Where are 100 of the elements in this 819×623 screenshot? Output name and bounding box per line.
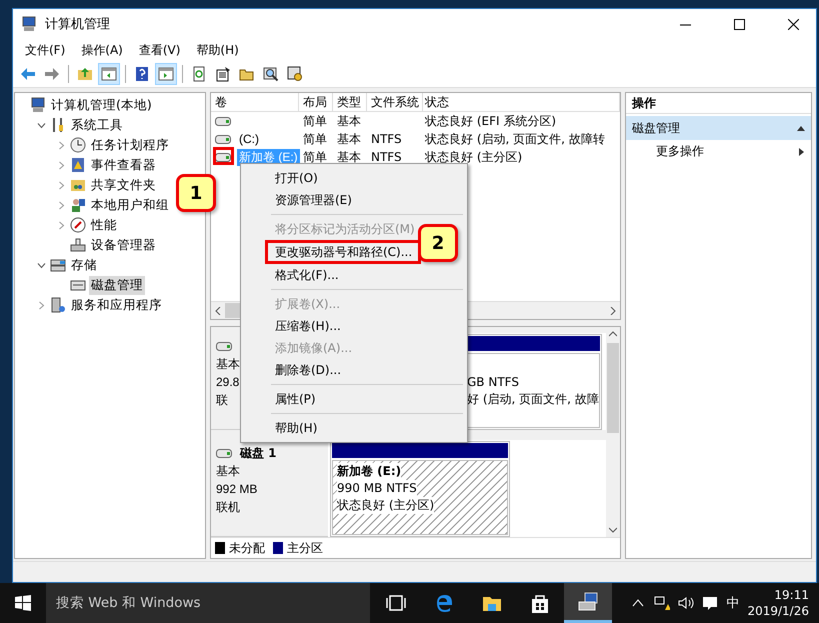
partition-info: 990 MB NTFS bbox=[337, 480, 417, 497]
computer-icon bbox=[21, 16, 37, 32]
settings-icon bbox=[287, 66, 303, 82]
back-arrow-icon bbox=[20, 66, 36, 82]
action-item[interactable]: 更多操作 bbox=[626, 140, 811, 163]
folder-up-icon bbox=[77, 66, 93, 82]
computer-icon bbox=[30, 97, 46, 113]
disk-info: 29.8 bbox=[216, 374, 240, 391]
chevron-right-icon[interactable] bbox=[56, 180, 66, 190]
clock-date: 2019/1/26 bbox=[747, 603, 809, 619]
chevron-down-icon[interactable] bbox=[36, 260, 46, 270]
chevron-right-icon[interactable] bbox=[36, 300, 46, 310]
close-icon bbox=[788, 18, 798, 30]
table-cell: 基本 bbox=[337, 130, 361, 148]
drive-icon bbox=[215, 134, 231, 144]
chevron-right-icon[interactable] bbox=[56, 220, 66, 230]
windows-logo-icon bbox=[15, 595, 31, 611]
users-icon bbox=[70, 197, 86, 213]
chevron-down-icon bbox=[609, 526, 617, 534]
chevron-right-icon[interactable] bbox=[56, 200, 66, 210]
menu-item[interactable]: 资源管理器(E) bbox=[243, 189, 465, 211]
partition-info: 状态良好 (主分区) bbox=[337, 497, 434, 514]
action-label: 更多操作 bbox=[656, 143, 704, 160]
menu-item[interactable]: 压缩卷(H)... bbox=[243, 315, 465, 337]
help-icon bbox=[134, 66, 150, 82]
menu-item[interactable]: 打开(O) bbox=[243, 167, 465, 189]
tree-item[interactable]: 服务和应用程序 bbox=[69, 296, 164, 314]
scrollbar-thumb[interactable] bbox=[607, 343, 619, 433]
menu-item[interactable]: 更改驱动器号和路径(C)... bbox=[265, 240, 422, 264]
drive-icon bbox=[215, 152, 231, 162]
triangle-right-icon bbox=[797, 148, 805, 156]
partition-block[interactable]: 新加卷 (E:) 990 MB NTFS 状态良好 (主分区) bbox=[330, 441, 510, 537]
callout-badge: 2 bbox=[418, 224, 458, 262]
clock[interactable]: 19:11 2019/1/26 bbox=[747, 587, 809, 619]
tree-item[interactable]: 磁盘管理 bbox=[89, 276, 145, 294]
legend-label: 主分区 bbox=[287, 540, 323, 556]
server-icon bbox=[50, 297, 66, 313]
table-cell: 简单 bbox=[303, 112, 327, 130]
table-cell: 简单 bbox=[303, 130, 327, 148]
storage-icon bbox=[50, 257, 66, 273]
clock-time: 19:11 bbox=[774, 587, 809, 603]
taskbar-app-button[interactable] bbox=[564, 583, 612, 623]
disk-info: 992 MB bbox=[216, 481, 258, 498]
table-cell: NTFS bbox=[371, 150, 402, 164]
chevron-right-icon[interactable] bbox=[56, 160, 66, 170]
table-cell: 基本 bbox=[337, 148, 361, 166]
tree-item[interactable]: 本地用户和组 bbox=[89, 196, 171, 214]
table-cell-text: (C:) bbox=[238, 132, 260, 146]
tree-item[interactable]: 任务计划程序 bbox=[89, 136, 171, 154]
tools-icon bbox=[50, 117, 66, 133]
maximize-icon bbox=[734, 18, 744, 30]
forward-arrow-icon bbox=[44, 66, 60, 82]
menu-item[interactable]: 查看(V) bbox=[132, 40, 186, 60]
shared-folder-icon bbox=[70, 177, 86, 193]
network-warning-icon[interactable] bbox=[654, 595, 670, 611]
table-cell: 基本 bbox=[337, 112, 361, 130]
chevron-down-icon[interactable] bbox=[36, 120, 46, 130]
tree-item[interactable]: 共享文件夹 bbox=[89, 176, 158, 194]
tree-item[interactable]: 计算机管理(本地) bbox=[49, 96, 154, 114]
tree-item[interactable]: 性能 bbox=[89, 216, 119, 234]
disk-name: 磁盘 1 bbox=[240, 444, 277, 462]
vertical-scrollbar[interactable] bbox=[606, 327, 620, 537]
callout-badge: 1 bbox=[176, 174, 216, 212]
menu-item[interactable]: 操作(A) bbox=[75, 40, 129, 60]
menu-item[interactable]: 帮助(H) bbox=[190, 40, 245, 60]
tree-item[interactable]: 存储 bbox=[69, 256, 99, 274]
tree-item[interactable]: 事件查看器 bbox=[89, 156, 158, 174]
clock-icon bbox=[70, 137, 86, 153]
table-cell: 状态良好 (启动, 页面文件, 故障转 bbox=[425, 130, 605, 148]
magnifier-icon bbox=[263, 66, 279, 82]
tree-item[interactable]: 设备管理器 bbox=[89, 236, 158, 254]
speaker-icon[interactable] bbox=[678, 595, 694, 611]
table-cell: 状态良好 (EFI 系统分区) bbox=[425, 112, 556, 130]
chevron-right-icon bbox=[609, 306, 617, 314]
disk-info: 联机 bbox=[216, 499, 240, 516]
notification-icon[interactable] bbox=[702, 595, 718, 611]
partition-name: 新加卷 (E:) bbox=[337, 463, 402, 480]
menu-item[interactable]: 文件(F) bbox=[19, 40, 72, 60]
table-cell: NTFS bbox=[371, 132, 402, 146]
input-method-indicator[interactable]: 中 bbox=[726, 594, 740, 612]
chevron-left-icon bbox=[214, 306, 222, 314]
action-group-label: 磁盘管理 bbox=[632, 120, 680, 136]
disk-info: 基本 bbox=[216, 356, 240, 373]
disk-info: 基本 bbox=[216, 463, 240, 480]
log-book-icon bbox=[70, 157, 86, 173]
partition-info: 好 (启动, 页面文件, 故障 bbox=[467, 391, 599, 408]
tree-item[interactable]: 系统工具 bbox=[69, 116, 125, 134]
computer-management-icon bbox=[577, 590, 599, 612]
table-cell: 状态良好 (主分区) bbox=[425, 148, 522, 166]
column-header[interactable]: 状态 bbox=[423, 93, 620, 111]
actions-title: 操作 bbox=[626, 93, 811, 114]
menu-item[interactable]: 格式化(F)... bbox=[243, 264, 465, 286]
search-field[interactable]: 搜索 Web 和 Windows bbox=[46, 583, 370, 623]
legend-label: 未分配 bbox=[229, 540, 265, 556]
refresh-icon bbox=[191, 66, 207, 82]
disk-info: 联 bbox=[216, 392, 228, 409]
table-cell: 简单 bbox=[303, 148, 327, 166]
chevron-right-icon[interactable] bbox=[56, 140, 66, 150]
action-group-header[interactable]: 磁盘管理 bbox=[626, 116, 811, 140]
triangle-up-icon bbox=[797, 124, 805, 132]
